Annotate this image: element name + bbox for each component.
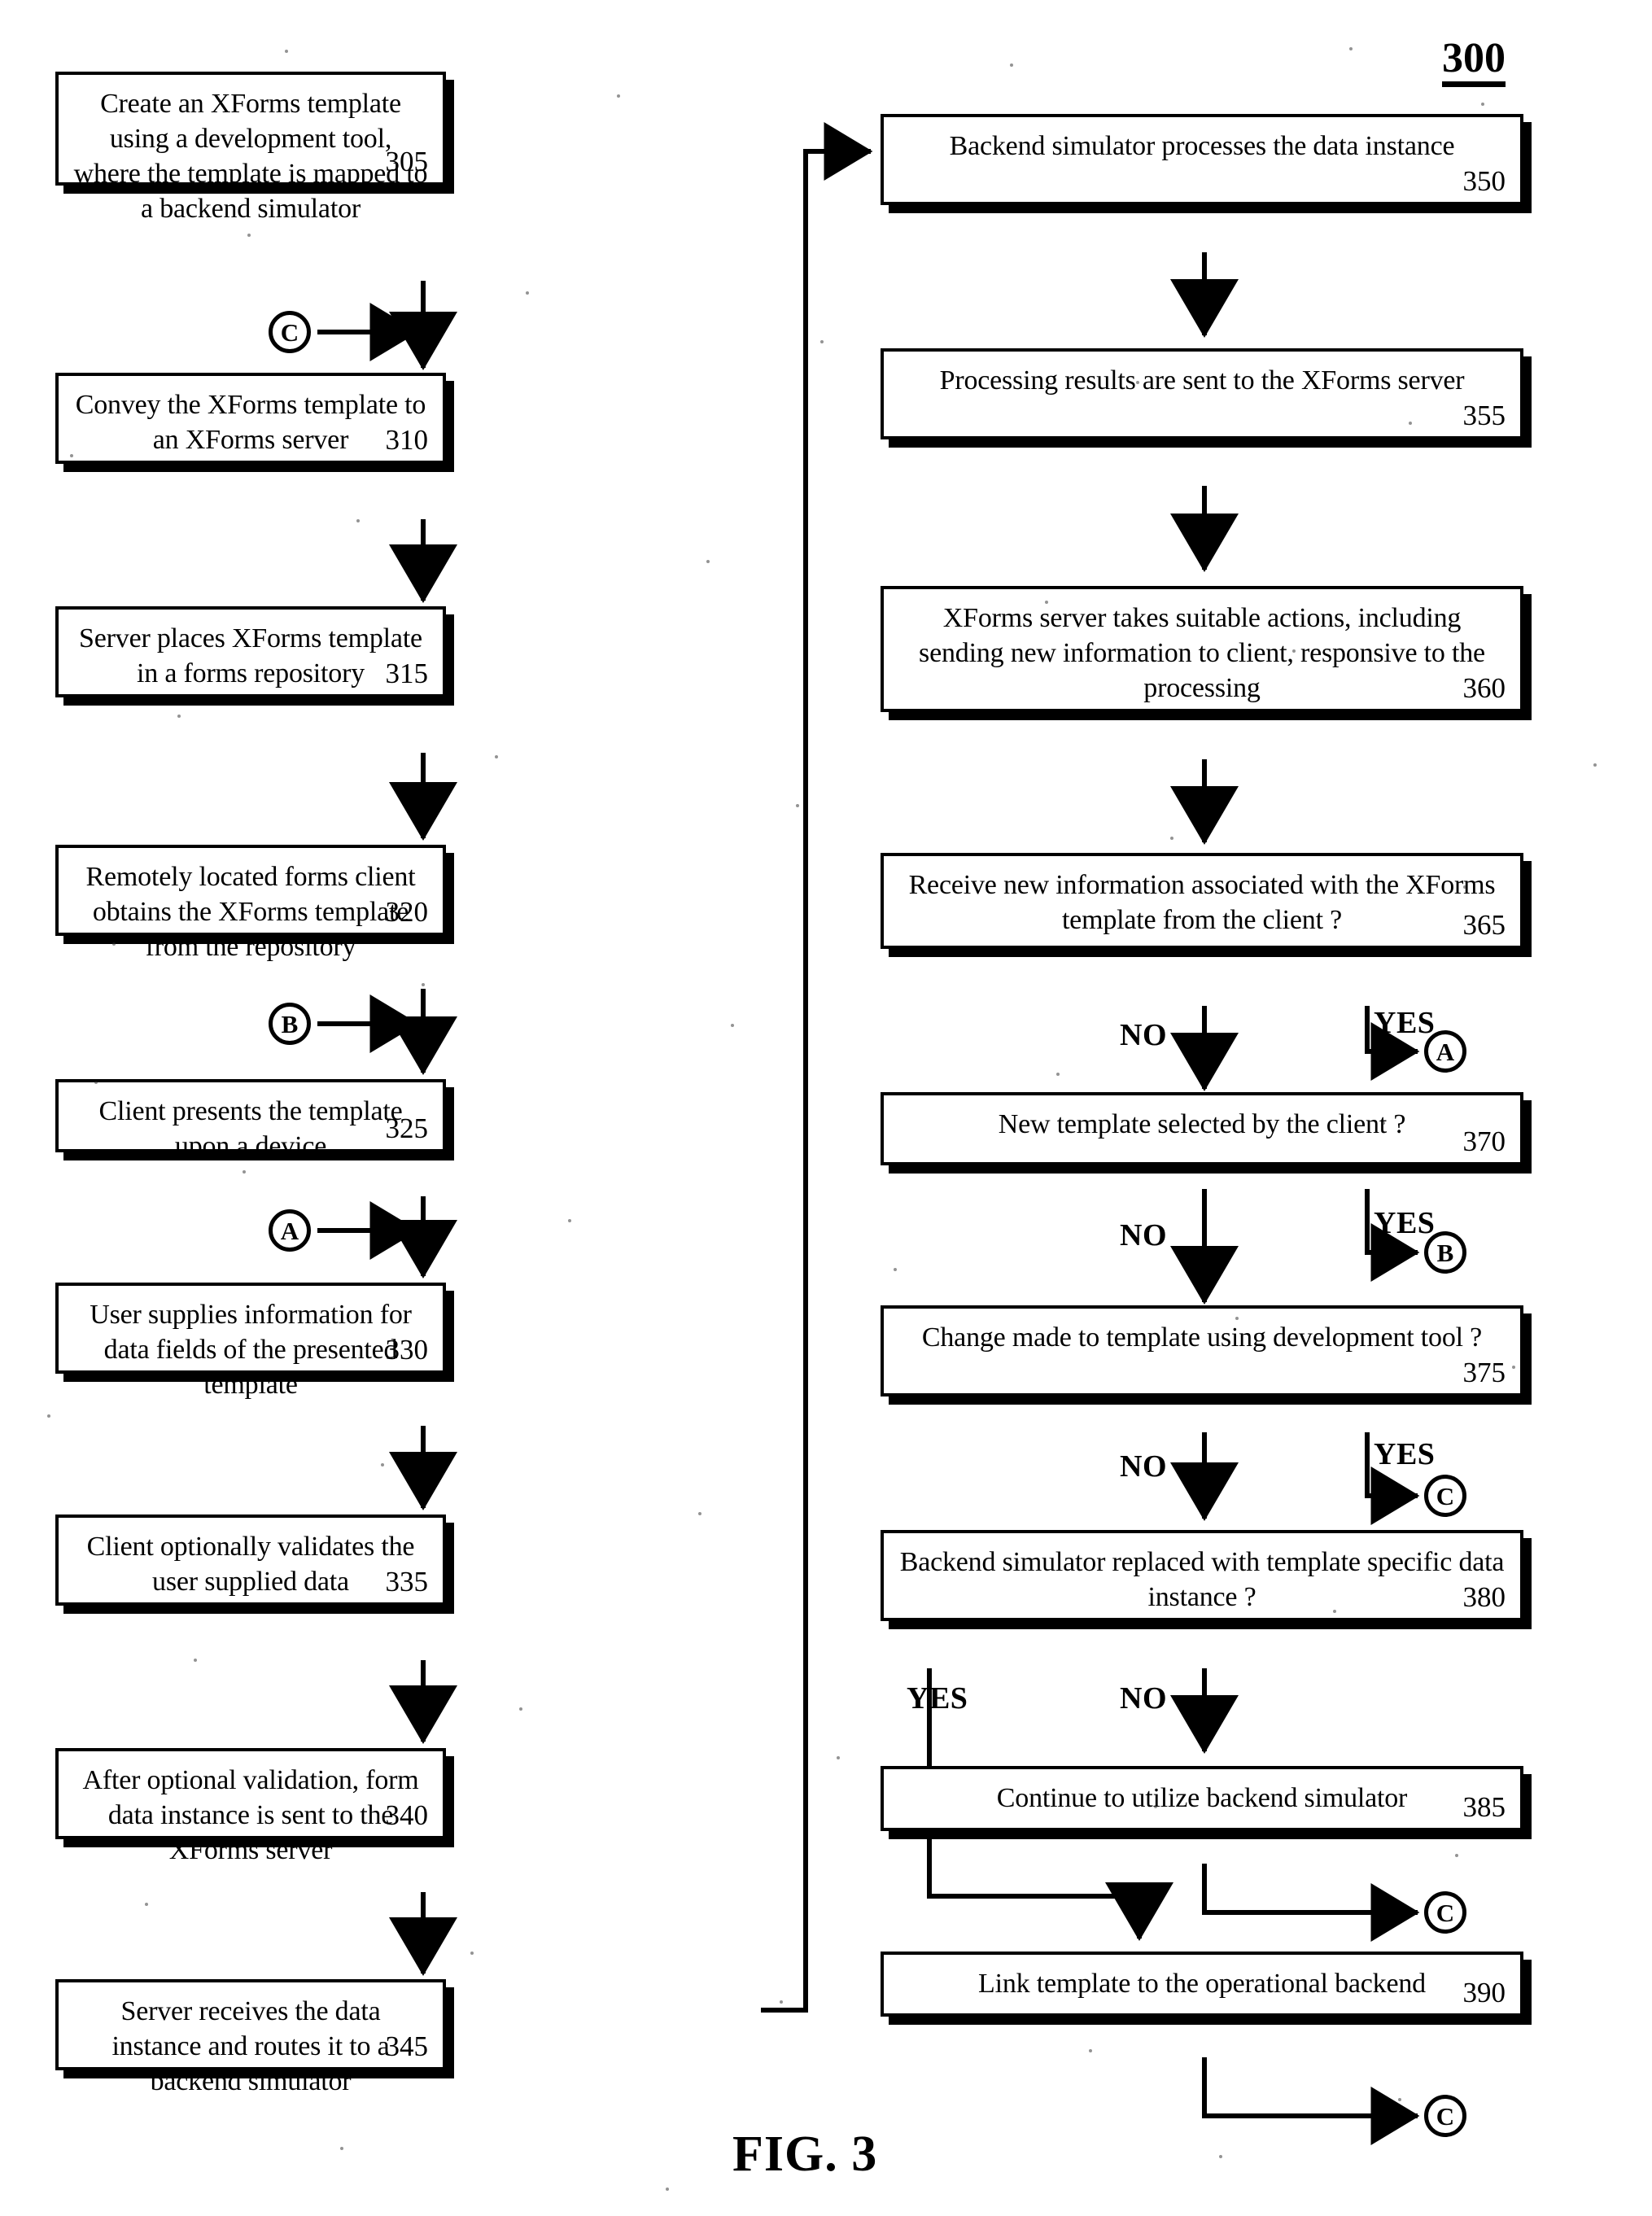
decision-box-360-text: XForms server takes suitable actions, in… [919,603,1485,703]
decision-box-365-text: Receive new information associated with … [908,870,1496,935]
process-box-350-text: Backend simulator processes the data ins… [949,131,1455,161]
process-box-355: Processing results are sent to the XForm… [881,348,1523,439]
process-box-310: Convey the XForms template to an XForms … [55,373,446,464]
decision-box-360: XForms server takes suitable actions, in… [881,586,1523,712]
process-box-340-number: 340 [385,1799,429,1831]
connector-circle-b-into-325: B [269,1003,311,1045]
process-box-340: After optional validation, form data ins… [55,1748,446,1865]
process-box-310-number: 310 [385,424,429,456]
process-box-345-number: 345 [385,2030,429,2062]
process-box-350-number: 350 [1462,165,1506,197]
process-box-385-text: Continue to utilize backend simulator [996,1783,1408,1813]
process-box-355-number: 355 [1462,400,1506,431]
process-box-315: Server places XForms template in a forms… [55,606,446,697]
connector-circle-a-into-330: A [269,1209,311,1252]
process-box-390: Link template to the operational backend… [881,1952,1523,2017]
process-box-390-text: Link template to the operational backend [978,1969,1426,1999]
process-box-320: Remotely located forms client obtains th… [55,845,446,962]
process-box-305-number: 305 [385,146,429,177]
decision-box-370-number: 370 [1462,1125,1506,1157]
decision-box-370: New template selected by the client ? 37… [881,1092,1523,1165]
process-box-385: Continue to utilize backend simulator 38… [881,1766,1523,1831]
connector-circle-c-from-390: C [1424,2095,1466,2137]
process-box-335: Client optionally validates the user sup… [55,1514,446,1606]
patent-figure-sheet: 300 Create an XForms template using a de… [0,0,1652,2216]
connector-circle-c-from-375-yes: C [1424,1475,1466,1517]
decision-box-380-text: Backend simulator replaced with template… [899,1547,1505,1612]
process-box-325: Client presents the template upon a devi… [55,1079,446,1161]
decision-box-375-number: 375 [1462,1357,1506,1388]
process-box-335-number: 335 [385,1566,429,1598]
branch-label-no-365: NO [1120,1018,1167,1052]
process-box-345: Server receives the data instance and ro… [55,1979,446,2096]
process-box-390-number: 390 [1462,1977,1506,2008]
connector-circle-c-into-310: C [269,311,311,353]
decision-box-360-number: 360 [1462,672,1506,704]
process-box-305: Create an XForms template using a develo… [55,72,446,224]
branch-label-no-375: NO [1120,1449,1167,1484]
process-box-385-number: 385 [1462,1791,1506,1823]
decision-box-380-number: 380 [1462,1581,1506,1613]
process-box-350: Backend simulator processes the data ins… [881,114,1523,205]
process-box-330-number: 330 [385,1334,429,1366]
connector-circle-c-from-385: C [1424,1891,1466,1934]
process-box-325-number: 325 [385,1112,429,1144]
decision-box-370-text: New template selected by the client ? [998,1109,1406,1139]
branch-label-yes-365: YES [1374,1006,1436,1040]
decision-box-380: Backend simulator replaced with template… [881,1530,1523,1621]
decision-box-365-number: 365 [1462,909,1506,941]
branch-label-no-370: NO [1120,1218,1167,1252]
decision-box-375: Change made to template using developmen… [881,1305,1523,1396]
figure-caption: FIG. 3 [732,2126,878,2182]
branch-label-yes-375: YES [1374,1437,1436,1471]
process-box-320-number: 320 [385,896,429,928]
branch-label-no-380: NO [1120,1681,1167,1716]
process-box-355-text: Processing results are sent to the XForm… [939,365,1465,396]
decision-box-365: Receive new information associated with … [881,853,1523,949]
process-box-330: User supplies information for data field… [55,1283,446,1400]
process-box-315-number: 315 [385,658,429,689]
branch-label-yes-370: YES [1374,1206,1436,1240]
branch-label-yes-380: YES [907,1681,968,1716]
figure-reference-numeral: 300 [1442,37,1506,87]
decision-box-375-text: Change made to template using developmen… [921,1322,1483,1353]
